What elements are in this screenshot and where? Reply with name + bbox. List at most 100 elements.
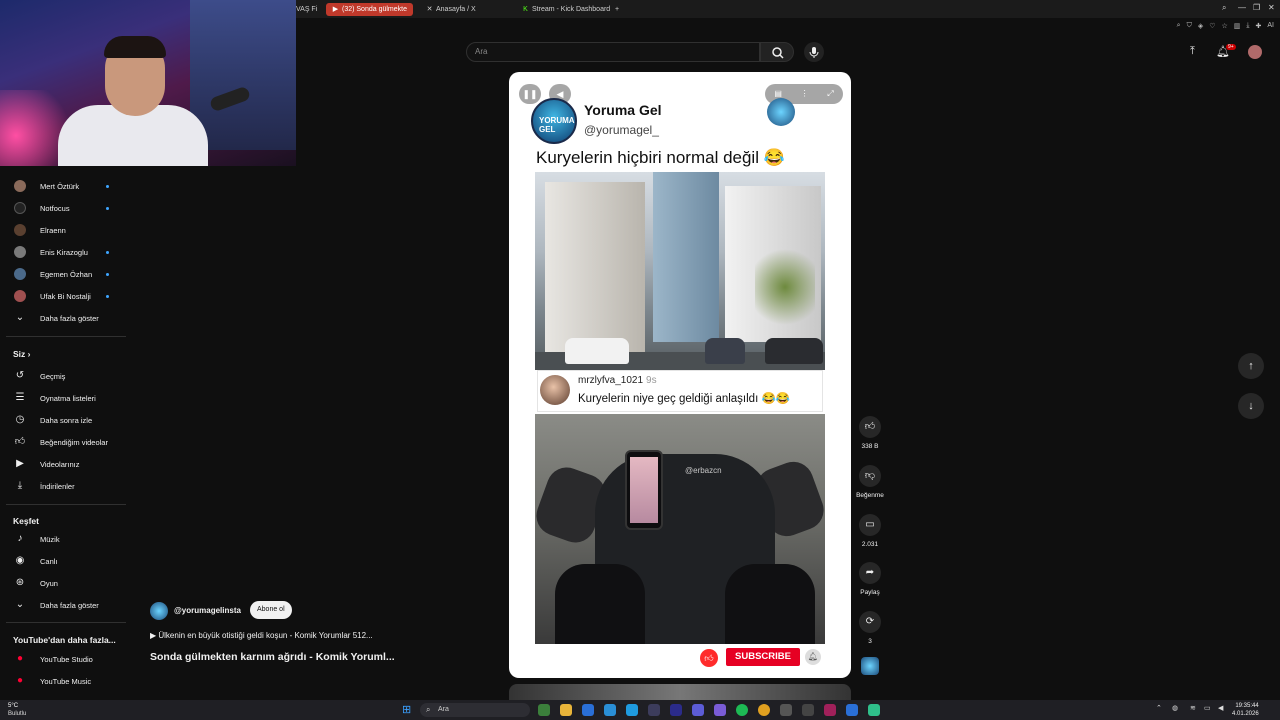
comment-text: Kuryelerin niye geç geldiği anlaşıldı 😂😂 <box>578 393 791 405</box>
volume-icon[interactable]: ◀︎ <box>1218 704 1223 712</box>
more-options-icon[interactable]: ⋮ <box>801 84 809 104</box>
star-icon[interactable]: ☆ <box>1221 22 1227 34</box>
app-icon[interactable] <box>824 704 836 716</box>
channel-avatar[interactable] <box>150 602 168 620</box>
system-clock[interactable]: 19:35:44 4.01.2026 <box>1232 702 1259 718</box>
zoom-icon[interactable]: ⌕ <box>1177 22 1181 34</box>
sidebar-item-gaming[interactable]: ⊛ Oyun <box>0 572 128 594</box>
app-icon[interactable] <box>846 704 858 716</box>
search-input[interactable]: Ara <box>466 42 760 62</box>
browser-tab-active[interactable]: ▶ (32) Sonda gülmekte <box>326 3 413 16</box>
discord-icon[interactable] <box>714 704 726 716</box>
edge-icon[interactable] <box>626 704 638 716</box>
windows-start-icon[interactable]: ⊞ <box>402 704 414 716</box>
sidebar-item-your-videos[interactable]: ▶ Videolarınız <box>0 453 128 475</box>
file-explorer-icon[interactable] <box>560 704 572 716</box>
comments-button[interactable]: ▭ 2.031 <box>856 514 884 548</box>
minimize-icon[interactable]: — <box>1238 3 1246 12</box>
extension-icon[interactable]: ⛉ <box>1187 22 1192 34</box>
puzzle-icon[interactable]: ✚ <box>1256 22 1262 34</box>
remix-icon: ⟳ <box>859 611 881 633</box>
sound-link[interactable]: ▶ Ülkenin en büyük otistiği geldi koşun … <box>150 631 373 640</box>
show-more-explore[interactable]: ⌄ Daha fazla göster <box>0 594 128 616</box>
like-button[interactable]: 👍︎ 338 B <box>856 416 884 450</box>
app-icon[interactable] <box>692 704 704 716</box>
previous-short-button[interactable]: ↑ <box>1238 353 1264 379</box>
spotify-icon[interactable] <box>736 704 748 716</box>
sidebar-item-playlists[interactable]: ☰ Oynatma listeleri <box>0 387 128 409</box>
network-icon[interactable]: ◍ <box>1172 704 1178 712</box>
browser-tab[interactable]: VAŞ Fi <box>296 3 317 16</box>
app-icon[interactable] <box>538 704 550 716</box>
live-icon: ◉ <box>15 555 25 566</box>
app-icon[interactable] <box>780 704 792 716</box>
show-more-subscriptions[interactable]: ⌄ Daha fazla göster <box>0 307 128 329</box>
browser-tab-x[interactable]: ✕ Anasayfa / X <box>426 3 476 16</box>
shield-icon[interactable]: ◈ <box>1198 22 1203 34</box>
chrome-icon[interactable] <box>758 704 770 716</box>
app-icon[interactable] <box>802 704 814 716</box>
new-tab-button[interactable]: + <box>615 3 619 16</box>
sidebar-item-watch-later[interactable]: ◷ Daha sonra izle <box>0 409 128 431</box>
search-icon[interactable]: ⌕ <box>1222 3 1226 13</box>
chevron-right-icon: › <box>27 349 31 359</box>
sidebar-item-youtube-music[interactable]: ● YouTube Music <box>0 670 128 692</box>
taskbar-search[interactable]: ⌕ Ara <box>420 703 530 717</box>
sound-channel-thumbnail[interactable] <box>861 657 879 675</box>
remix-button[interactable]: ⟳ 3 <box>856 611 884 645</box>
sidebar-subscription[interactable]: Ufak Bi Nostalji <box>0 285 128 307</box>
split-icon[interactable]: ▥ <box>1234 22 1241 34</box>
channel-name[interactable]: @yorumagelinsta <box>174 606 241 615</box>
maximize-icon[interactable]: ❐ <box>1253 3 1260 12</box>
avatar <box>14 268 26 280</box>
watermark: @erbazcn <box>685 466 722 475</box>
subscribe-graphic: SUBSCRIBE <box>726 648 800 666</box>
microphone-icon <box>809 47 819 58</box>
next-short-preview[interactable] <box>509 684 851 700</box>
sidebar-item-liked[interactable]: 👍︎ Beğendiğim videolar <box>0 431 128 453</box>
divider <box>6 622 126 623</box>
close-icon[interactable]: ✕ <box>1268 3 1275 12</box>
fullscreen-icon[interactable]: ⤢ <box>827 84 833 104</box>
browser-tab-kick[interactable]: K Stream - Kick Dashboard <box>522 3 610 16</box>
search-button[interactable] <box>760 42 794 62</box>
app-icon[interactable] <box>670 704 682 716</box>
voice-search-button[interactable] <box>804 42 824 62</box>
sidebar-item-downloads[interactable]: ⤓ İndirilenler <box>0 475 128 497</box>
sidebar-item-youtube-studio[interactable]: ● YouTube Studio <box>0 648 128 670</box>
account-avatar[interactable] <box>1248 45 1262 59</box>
next-short-button[interactable]: ↓ <box>1238 393 1264 419</box>
pause-button[interactable]: ❚❚ <box>519 84 541 104</box>
sidebar-section-you[interactable]: Siz › <box>13 349 31 359</box>
sidebar-item-music[interactable]: ♪ Müzik <box>0 528 128 550</box>
app-icon[interactable] <box>648 704 660 716</box>
download-icon[interactable]: ⤓ <box>1246 22 1249 34</box>
sidebar-item-history[interactable]: ↺ Geçmiş <box>0 365 128 387</box>
app-icon[interactable] <box>868 704 880 716</box>
sidebar-subscription[interactable]: Mert Öztürk <box>0 175 128 197</box>
ai-label[interactable]: AI <box>1267 22 1274 34</box>
upload-icon[interactable]: ⤒ <box>1190 45 1195 58</box>
live-dot <box>106 206 109 210</box>
sidebar-subscription[interactable]: Enis Kirazoglu <box>0 241 128 263</box>
kick-icon: K <box>523 6 528 13</box>
share-button[interactable]: ➦ Paylaş <box>856 562 884 596</box>
app-icon[interactable] <box>582 704 594 716</box>
sidebar-subscription[interactable]: Elraenn <box>0 219 128 241</box>
shorts-player[interactable]: ❚❚ ◀︎ ▤ ⋮ ⤢ YORUMA GEL Yoruma Gel @yorum… <box>509 72 851 678</box>
phone-mount <box>625 450 663 530</box>
battery-icon[interactable]: ▭ <box>1204 704 1211 712</box>
sidebar-item-live[interactable]: ◉ Canlı <box>0 550 128 572</box>
webcam-overlay <box>0 0 296 166</box>
chevron-up-icon[interactable]: ⌃ <box>1156 704 1162 712</box>
dislike-button[interactable]: 👎︎ Beğenme <box>856 465 884 499</box>
chevron-down-icon: ⌄ <box>15 312 25 323</box>
sidebar-subscription[interactable]: Egemen Özhan <box>0 263 128 285</box>
wifi-icon[interactable]: ≋ <box>1190 704 1196 712</box>
subscribe-button[interactable]: Abone ol <box>250 601 292 619</box>
music-icon: ♪ <box>17 533 23 544</box>
heart-icon[interactable]: ♡ <box>1209 22 1215 34</box>
weather-widget[interactable]: 5°C Bulutlu <box>8 702 26 718</box>
sidebar-subscription[interactable]: Notfocus <box>0 197 128 219</box>
app-icon[interactable] <box>604 704 616 716</box>
